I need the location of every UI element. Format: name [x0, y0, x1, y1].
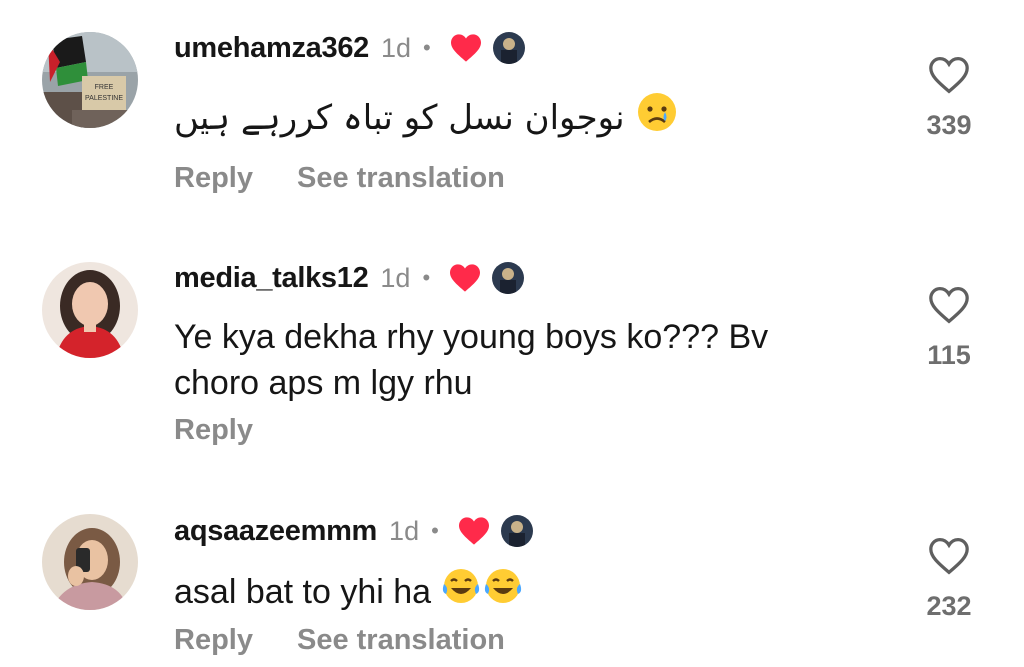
- comment-actions: Reply See translation: [174, 162, 505, 195]
- comment-item: aqsaazeemmm 1d • asal bat to yhi ha Repl…: [0, 484, 1024, 667]
- like-button[interactable]: 115: [915, 285, 983, 371]
- like-button[interactable]: 232: [915, 536, 983, 622]
- heart-outline-icon: [927, 55, 971, 100]
- comment-text-line: choro aps m lgy rhu: [174, 364, 473, 402]
- like-count: 115: [927, 340, 971, 370]
- see-translation-button[interactable]: See translation: [297, 624, 505, 657]
- separator-dot: •: [431, 518, 439, 543]
- like-count: 339: [926, 110, 972, 140]
- svg-text:FREE: FREE: [95, 84, 114, 91]
- comment-text: Ye kya dekha rhy young boys ko??? Bv cho…: [174, 314, 768, 406]
- avatar-image: [42, 262, 138, 358]
- separator-dot: •: [422, 265, 431, 290]
- like-count: 232: [926, 591, 972, 621]
- timestamp: 1d: [380, 262, 411, 293]
- creator-avatar-icon: [492, 262, 525, 294]
- comment-text-urdu: نوجوان نسل کو تباہ کررہے ہیں: [174, 98, 625, 138]
- comment-actions: Reply See translation: [174, 624, 505, 657]
- svg-text:PALESTINE: PALESTINE: [85, 95, 123, 102]
- timestamp: 1d: [380, 32, 412, 63]
- comment-text: asal bat to yhi ha: [174, 566, 523, 618]
- avatar-image: FREE PALESTINE: [42, 32, 138, 128]
- like-button[interactable]: 339: [915, 55, 983, 141]
- reply-button[interactable]: Reply: [174, 162, 253, 195]
- comment-text-line: asal bat to yhi ha: [174, 573, 432, 611]
- comment-text: نوجوان نسل کو تباہ کررہے ہیں: [174, 92, 677, 144]
- tears-of-joy-icon: [441, 566, 481, 618]
- username[interactable]: umehamza362: [174, 32, 369, 65]
- user-avatar[interactable]: [42, 262, 138, 358]
- creator-avatar-icon: [500, 515, 533, 547]
- see-translation-button[interactable]: See translation: [297, 162, 505, 195]
- comment-header: aqsaazeemmm 1d •: [174, 511, 533, 551]
- user-avatar[interactable]: FREE PALESTINE: [42, 32, 138, 128]
- tears-of-joy-icon: [483, 566, 523, 618]
- comment-header: umehamza362 1d •: [174, 28, 525, 68]
- comment-actions: Reply: [174, 414, 253, 447]
- comment-header: media_talks12 1d •: [174, 258, 525, 298]
- creator-heart-icon: [457, 516, 491, 546]
- avatar-image: [42, 514, 138, 610]
- reply-button[interactable]: Reply: [174, 414, 253, 447]
- user-avatar[interactable]: [42, 514, 138, 610]
- heart-outline-icon: [927, 285, 971, 330]
- username[interactable]: aqsaazeemmm: [174, 515, 377, 548]
- heart-outline-icon: [927, 536, 971, 581]
- comment-item: media_talks12 1d • Ye kya dekha rhy youn…: [0, 230, 1024, 460]
- comment-text-line: Ye kya dekha rhy young boys ko??? Bv: [174, 318, 769, 356]
- creator-heart-icon: [448, 263, 482, 293]
- comment-item: FREE PALESTINE umehamza362 1d • نوجوان ن…: [0, 0, 1024, 220]
- reply-button[interactable]: Reply: [174, 624, 253, 657]
- timestamp: 1d: [389, 515, 420, 546]
- creator-avatar-icon: [492, 32, 525, 64]
- crying-face-icon: [637, 92, 677, 144]
- creator-heart-icon: [449, 33, 483, 63]
- separator-dot: •: [423, 35, 431, 60]
- username[interactable]: media_talks12: [174, 262, 369, 295]
